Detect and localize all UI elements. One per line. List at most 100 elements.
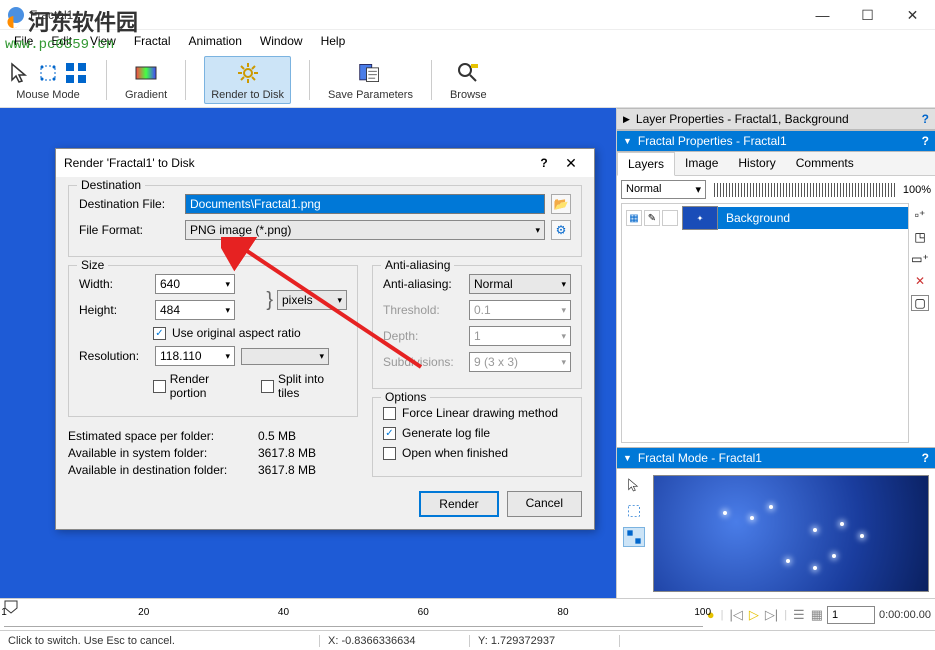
group-antialiasing: Anti-aliasing Anti-aliasing:Normal▾ Thre…	[372, 265, 582, 389]
panel-layer-properties[interactable]: ▶Layer Properties - Fractal1, Background…	[617, 108, 935, 130]
dialog-help-button[interactable]: ?	[532, 156, 556, 170]
layer-visible-icon[interactable]: ▦	[626, 210, 642, 226]
canvas-area[interactable]: Render 'Fractal1' to Disk ? ✕ Destinatio…	[0, 108, 616, 598]
opacity-slider[interactable]	[714, 183, 895, 197]
generate-log-checkbox[interactable]: ✓	[383, 427, 396, 440]
menu-edit[interactable]: Edit	[43, 32, 80, 50]
timeline: 1 20 40 60 80 100 ● | |◁ ▷ ▷| | ☰ ▦ 1 0:…	[0, 598, 935, 630]
group-destination: Destination Destination File: Documents\…	[68, 185, 582, 257]
grid-icon	[64, 61, 88, 85]
height-input[interactable]: 484▾	[155, 300, 235, 320]
cursor-icon	[8, 61, 32, 85]
statusbar: Click to switch. Use Esc to cancel. X: -…	[0, 630, 935, 650]
tab-comments[interactable]: Comments	[786, 152, 864, 175]
render-dialog: Render 'Fractal1' to Disk ? ✕ Destinatio…	[55, 148, 595, 530]
app-icon	[8, 7, 24, 23]
timeline-last-button[interactable]: ▷|	[765, 607, 778, 623]
aspect-ratio-checkbox[interactable]: ✓	[153, 327, 166, 340]
timeline-play-button[interactable]: ▷	[749, 607, 759, 623]
timeline-time: 0:00:00.00	[879, 609, 931, 621]
layer-editable-icon[interactable]: ✎	[644, 210, 660, 226]
layer-props-button[interactable]: ▢	[911, 295, 929, 311]
status-x: X: -0.8366336634	[320, 635, 470, 647]
timeline-settings-button[interactable]: ▦	[811, 607, 823, 623]
group-options: Options Force Linear drawing method ✓Gen…	[372, 397, 582, 477]
minimize-button[interactable]: —	[800, 0, 845, 30]
toolbar-browse[interactable]: Browse	[450, 59, 487, 101]
split-tiles-checkbox[interactable]	[261, 380, 274, 393]
group-size: Size Width: 640▾ Height: 484▾	[68, 265, 358, 417]
opacity-value: 100%	[903, 184, 931, 196]
panel-fractal-properties[interactable]: ▼Fractal Properties - Fractal1?	[617, 130, 935, 152]
fm-tool-select[interactable]	[623, 501, 645, 521]
format-settings-button[interactable]: ⚙	[551, 220, 571, 240]
fm-tool-switch[interactable]	[623, 527, 645, 547]
subdiv-input: 9 (3 x 3)▾	[469, 352, 571, 372]
menu-window[interactable]: Window	[252, 32, 311, 50]
panel-fractal-mode[interactable]: ▼Fractal Mode - Fractal1?	[617, 447, 935, 469]
dest-file-label: Destination File:	[79, 197, 179, 211]
status-hint: Click to switch. Use Esc to cancel.	[0, 635, 320, 647]
tab-layers[interactable]: Layers	[617, 152, 675, 176]
render-button[interactable]: Render	[419, 491, 498, 517]
timeline-ruler[interactable]: 1 20 40 60 80 100	[4, 603, 703, 627]
force-linear-checkbox[interactable]	[383, 407, 396, 420]
menu-help[interactable]: Help	[313, 32, 354, 50]
gradient-icon	[134, 61, 158, 85]
status-y: Y: 1.729372937	[470, 635, 620, 647]
duplicate-layer-button[interactable]: ◳	[911, 229, 929, 245]
layer-thumbnail: ✦	[682, 206, 718, 230]
render-portion-checkbox[interactable]	[153, 380, 166, 393]
maximize-button[interactable]: ☐	[845, 0, 890, 30]
file-format-label: File Format:	[79, 223, 179, 237]
resolution-units-select[interactable]: ▾	[241, 348, 329, 365]
dest-file-input[interactable]: Documents\Fractal1.png	[185, 194, 545, 214]
timeline-menu-button[interactable]: ☰	[793, 607, 805, 623]
close-button[interactable]: ✕	[890, 0, 935, 30]
menu-fractal[interactable]: Fractal	[126, 32, 179, 50]
menu-file[interactable]: File	[6, 32, 41, 50]
tabs: Layers Image History Comments	[617, 152, 935, 176]
menu-animation[interactable]: Animation	[181, 32, 250, 50]
file-format-select[interactable]: PNG image (*.png)▾	[185, 220, 545, 240]
cancel-button[interactable]: Cancel	[507, 491, 582, 517]
delete-layer-button[interactable]: ✕	[911, 273, 929, 289]
browse-icon	[456, 61, 480, 85]
dialog-close-button[interactable]: ✕	[556, 155, 586, 172]
gear-icon	[236, 61, 260, 85]
dots-icon	[36, 61, 60, 85]
toolbar-mouse-mode[interactable]: Mouse Mode	[8, 59, 88, 101]
resolution-input[interactable]: 118.110▾	[155, 346, 235, 366]
toolbar-render-to-disk[interactable]: Render to Disk	[204, 56, 291, 104]
aa-select[interactable]: Normal▾	[469, 274, 571, 294]
aspect-ratio-label: Use original aspect ratio	[172, 326, 301, 340]
add-layer-button[interactable]: ▫⁺	[911, 207, 929, 223]
resolution-label: Resolution:	[79, 349, 149, 363]
open-finished-checkbox[interactable]	[383, 447, 396, 460]
threshold-input: 0.1▾	[469, 300, 571, 320]
timeline-frame-input[interactable]: 1	[827, 606, 875, 624]
width-input[interactable]: 640▾	[155, 274, 235, 294]
titlebar: Fractal1 — ☐ ✕	[0, 0, 935, 30]
dialog-title: Render 'Fractal1' to Disk	[64, 156, 532, 170]
tab-history[interactable]: History	[728, 152, 785, 175]
menu-view[interactable]: View	[82, 32, 124, 50]
units-select[interactable]: pixels▾	[277, 290, 347, 310]
toolbar-gradient[interactable]: Gradient	[125, 59, 167, 101]
browse-file-button[interactable]: 📂	[551, 194, 571, 214]
toolbar: Mouse Mode Gradient Render to Disk Save …	[0, 52, 935, 108]
timeline-first-button[interactable]: |◁	[729, 607, 742, 623]
save-icon	[358, 61, 382, 85]
fractal-preview[interactable]	[653, 475, 929, 592]
layer-name[interactable]: Background	[718, 207, 908, 229]
menubar: File Edit View Fractal Animation Window …	[0, 30, 935, 52]
layer-row-background[interactable]: ▦ ✎ ✦ Background	[622, 204, 908, 232]
blend-mode-select[interactable]: Normal▾	[621, 180, 706, 199]
fm-tool-cursor[interactable]	[623, 475, 645, 495]
tab-image[interactable]: Image	[675, 152, 728, 175]
add-folder-button[interactable]: ▭⁺	[911, 251, 929, 267]
width-label: Width:	[79, 277, 149, 291]
height-label: Height:	[79, 303, 149, 317]
layer-blank-icon[interactable]	[662, 210, 678, 226]
toolbar-save-parameters[interactable]: Save Parameters	[328, 59, 413, 101]
